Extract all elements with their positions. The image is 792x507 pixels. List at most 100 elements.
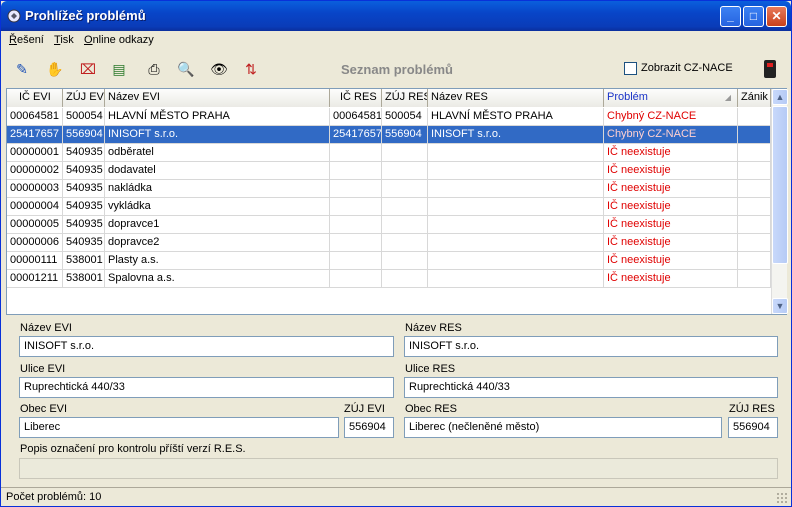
scroll-up-icon[interactable]: ▲: [772, 89, 788, 105]
cell-ic-evi: 00001211: [7, 270, 63, 288]
zuj-evi-field[interactable]: 556904: [344, 417, 394, 438]
search-icon[interactable]: 🔍: [176, 59, 196, 79]
zuj-res-field[interactable]: 556904: [728, 417, 778, 438]
cell-zuj-res: [382, 216, 428, 234]
column-ic-res[interactable]: IČ RES: [330, 89, 382, 107]
cell-zuj-res: [382, 234, 428, 252]
cell-nazev-res: [428, 144, 604, 162]
exit-icon[interactable]: [764, 60, 776, 78]
cell-nazev-evi: Plasty a.s.: [105, 252, 330, 270]
obec-evi-field[interactable]: Liberec: [19, 417, 339, 438]
table-row[interactable]: 00000002 540935 dodavatel IČ neexistuje: [7, 162, 771, 180]
cell-nazev-evi: vykládka: [105, 198, 330, 216]
obec-res-field[interactable]: Liberec (nečleněné město): [404, 417, 722, 438]
ulice-evi-field[interactable]: Ruprechtická 440/33: [19, 377, 394, 398]
popis-field[interactable]: [19, 458, 778, 479]
table-row[interactable]: 00001211 538001 Spalovna a.s. IČ neexistuje: [7, 270, 771, 288]
cell-nazev-res: HLAVNÍ MĚSTO PRAHA: [428, 108, 604, 126]
cell-zuj-res: [382, 252, 428, 270]
print-icon[interactable]: ⎙: [144, 59, 164, 79]
ulice-res-label: Ulice RES: [405, 363, 456, 375]
minimize-button[interactable]: _: [720, 6, 741, 27]
cell-ic-evi: 00000002: [7, 162, 63, 180]
cell-zuj-res: [382, 198, 428, 216]
cell-problem: Chybný CZ-NACE: [604, 126, 738, 144]
menu-tisk[interactable]: Tisk: [54, 34, 74, 46]
cell-problem: IČ neexistuje: [604, 234, 738, 252]
status-bar: Počet problémů: 10: [1, 487, 791, 506]
table-row[interactable]: 00000003 540935 nakládka IČ neexistuje: [7, 180, 771, 198]
cell-ic-res: 25417657: [330, 126, 382, 144]
nazev-res-field[interactable]: INISOFT s.r.o.: [404, 336, 778, 357]
sort-indicator-icon: ◢: [724, 93, 731, 102]
cell-nazev-res: [428, 270, 604, 288]
column-zanik[interactable]: Zánik: [738, 89, 771, 107]
scroll-down-icon[interactable]: ▼: [772, 298, 788, 314]
cell-zuj-evi: 540935: [63, 216, 105, 234]
cell-zanik: [738, 108, 771, 126]
status-text: Počet problémů: 10: [6, 491, 102, 503]
grid-scrollbar[interactable]: ▲ ▼: [771, 89, 788, 314]
cell-zanik: [738, 252, 771, 270]
nazev-evi-label: Název EVI: [20, 322, 72, 334]
table-row[interactable]: 00000004 540935 vykládka IČ neexistuje: [7, 198, 771, 216]
grid-header: IČ EVI ZÚJ EVI Název EVI IČ RES ZÚJ RES …: [7, 89, 771, 107]
view-icon[interactable]: 👁: [209, 59, 229, 79]
column-nazev-res[interactable]: Název RES: [428, 89, 604, 107]
column-ic-evi[interactable]: IČ EVI: [7, 89, 63, 107]
ulice-evi-label: Ulice EVI: [20, 363, 66, 375]
cell-ic-res: [330, 162, 382, 180]
cell-ic-evi: 00000006: [7, 234, 63, 252]
cell-zanik: [738, 162, 771, 180]
cell-problem: IČ neexistuje: [604, 180, 738, 198]
cell-zuj-res: 556904: [382, 126, 428, 144]
hand-icon[interactable]: ✋: [45, 59, 65, 79]
scroll-thumb[interactable]: [772, 106, 788, 264]
document-icon[interactable]: ▤: [109, 59, 129, 79]
maximize-button[interactable]: □: [743, 6, 764, 27]
cell-zuj-evi: 540935: [63, 162, 105, 180]
table-row[interactable]: 00000006 540935 dopravce2 IČ neexistuje: [7, 234, 771, 252]
close-button[interactable]: ✕: [766, 6, 787, 27]
cell-zanik: [738, 144, 771, 162]
column-problem[interactable]: Problém ◢: [604, 89, 738, 107]
sort-icon[interactable]: ⇅: [241, 59, 261, 79]
delete-icon[interactable]: ⌧: [78, 59, 98, 79]
resize-grip-icon[interactable]: [776, 492, 788, 504]
cell-zuj-evi: 500054: [63, 108, 105, 126]
menu-online-odkazy[interactable]: Online odkazy: [84, 34, 154, 46]
cell-zanik: [738, 180, 771, 198]
column-nazev-evi[interactable]: Název EVI: [105, 89, 330, 107]
cell-ic-evi: 00000003: [7, 180, 63, 198]
column-zuj-evi[interactable]: ZÚJ EVI: [63, 89, 105, 107]
column-zuj-res[interactable]: ZÚJ RES: [382, 89, 428, 107]
cell-zuj-evi: 540935: [63, 198, 105, 216]
cell-zuj-evi: 538001: [63, 270, 105, 288]
table-row[interactable]: 00000111 538001 Plasty a.s. IČ neexistuje: [7, 252, 771, 270]
app-icon: [7, 9, 21, 23]
cell-nazev-res: [428, 216, 604, 234]
table-row[interactable]: 00064581 500054 HLAVNÍ MĚSTO PRAHA 00064581…: [7, 108, 771, 126]
edit-icon[interactable]: ✎: [12, 59, 32, 79]
cell-zanik: [738, 234, 771, 252]
detail-panel: Název EVI INISOFT s.r.o. Název RES INISO…: [1, 317, 791, 485]
table-row[interactable]: 25417657 556904 INISOFT s.r.o. 25417657 5569…: [7, 126, 771, 144]
popis-label: Popis označení pro kontrolu příští verzí…: [20, 443, 246, 455]
cell-zuj-evi: 540935: [63, 180, 105, 198]
title-bar[interactable]: Prohlížeč problémů _ □ ✕: [1, 1, 791, 31]
cell-zuj-evi: 556904: [63, 126, 105, 144]
cz-nace-checkbox[interactable]: [624, 62, 637, 75]
table-row[interactable]: 00000005 540935 dopravce1 IČ neexistuje: [7, 216, 771, 234]
problem-viewer-window: Prohlížeč problémů _ □ ✕ Řešení Tisk Onl…: [0, 0, 792, 507]
ulice-res-field[interactable]: Ruprechtická 440/33: [404, 377, 778, 398]
toolbar-title: Seznam problémů: [341, 62, 453, 77]
cz-nace-checkbox-label[interactable]: Zobrazit CZ-NACE: [641, 62, 733, 74]
nazev-evi-field[interactable]: INISOFT s.r.o.: [19, 336, 394, 357]
cell-ic-evi: 00000005: [7, 216, 63, 234]
cell-zuj-evi: 540935: [63, 144, 105, 162]
cell-ic-evi: 00000001: [7, 144, 63, 162]
menu-reseni[interactable]: Řešení: [9, 34, 44, 46]
table-row[interactable]: 00000001 540935 odběratel IČ neexistuje: [7, 144, 771, 162]
cell-ic-evi: 00000004: [7, 198, 63, 216]
cell-nazev-evi: dopravce1: [105, 216, 330, 234]
